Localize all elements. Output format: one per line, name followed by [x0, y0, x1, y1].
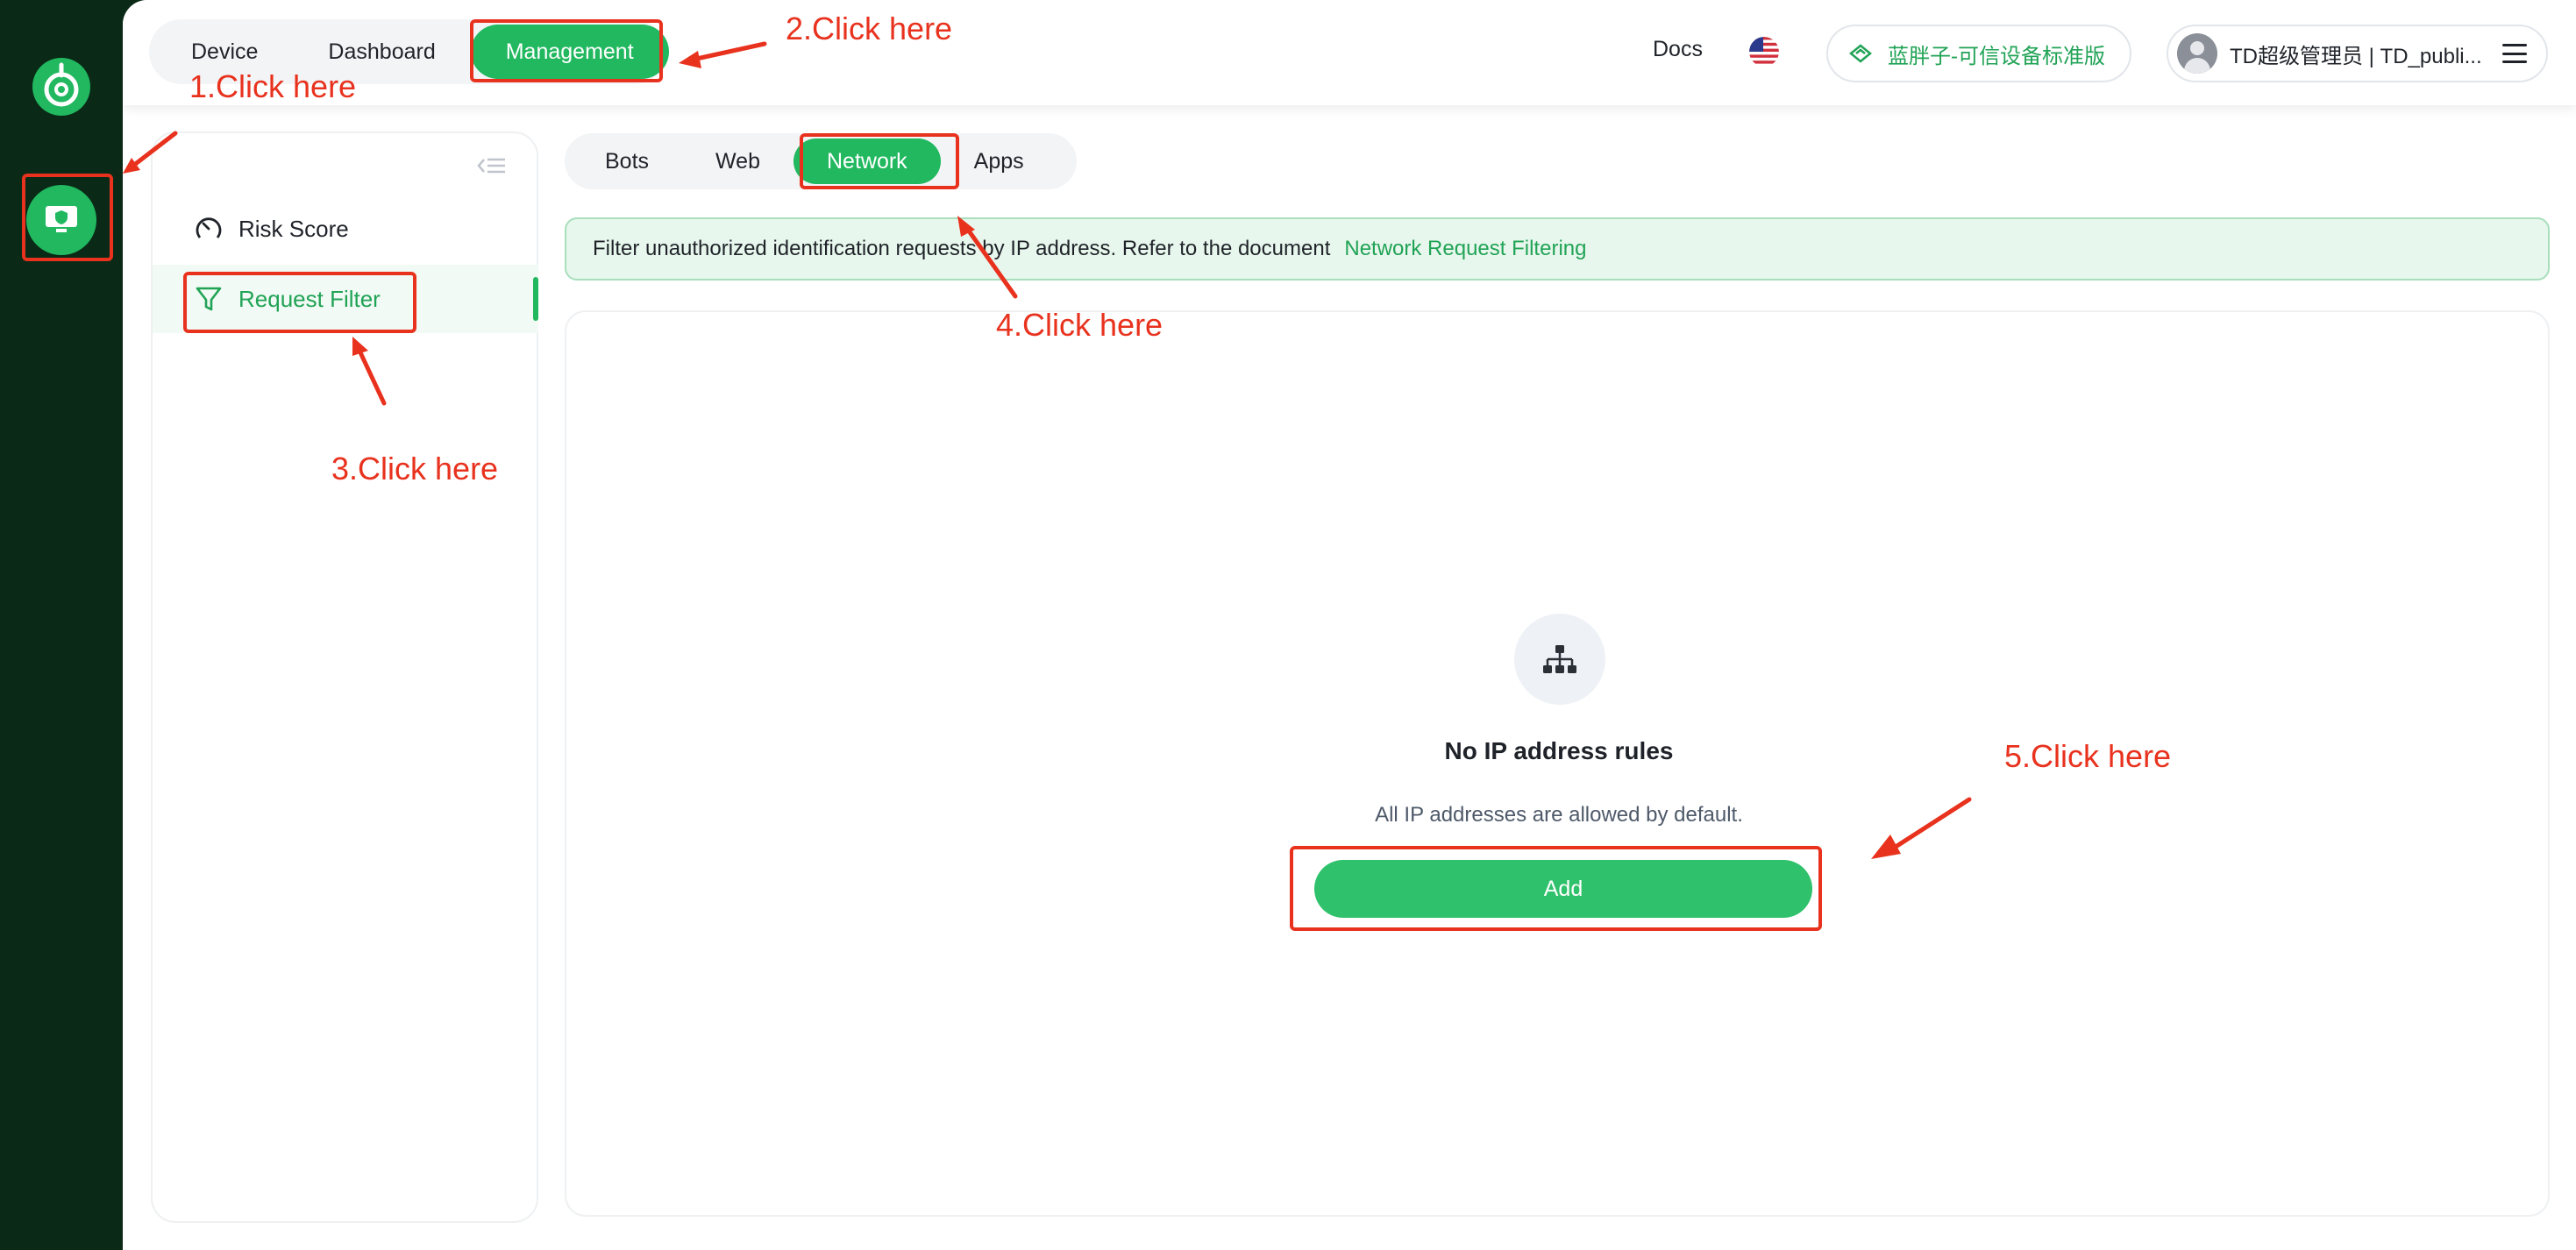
annotation-box-1 [22, 174, 113, 261]
us-flag-icon[interactable] [1749, 37, 1779, 67]
annotation-label-4: 4.Click here [996, 307, 1163, 343]
avatar [2177, 33, 2217, 74]
network-tree-icon [1514, 614, 1605, 705]
banner-text: Filter unauthorized identification reque… [593, 237, 1331, 260]
content-card: No IP address rules All IP addresses are… [565, 310, 2550, 1217]
hamburger-menu-icon[interactable] [2502, 44, 2527, 63]
annotation-box-2 [470, 19, 663, 82]
annotation-label-3: 3.Click here [331, 451, 499, 487]
annotation-box-3 [183, 272, 416, 333]
user-menu[interactable]: TD超级管理员 | TD_publi... [2167, 25, 2548, 82]
tab-bots[interactable]: Bots [572, 138, 682, 184]
collapse-sidebar-icon[interactable] [477, 156, 507, 175]
plan-label: 蓝胖子-可信设备标准版 [1888, 44, 2105, 68]
annotation-label-2: 2.Click here [786, 11, 953, 46]
empty-state-title: No IP address rules [1444, 737, 1674, 764]
main-canvas: Device Dashboard Management Docs 蓝胖子-可信设… [123, 0, 2576, 1250]
user-name: TD超级管理员 | TD_publi... [2230, 44, 2482, 68]
sidebar-item-label: Risk Score [238, 215, 349, 242]
tab-web[interactable]: Web [682, 138, 793, 184]
network-request-filtering-link[interactable]: Network Request Filtering [1344, 237, 1586, 261]
app-logo-icon [32, 58, 90, 116]
docs-link[interactable]: Docs [1653, 37, 1703, 62]
plan-badge[interactable]: 蓝胖子-可信设备标准版 [1826, 25, 2131, 82]
empty-state-description: All IP addresses are allowed by default. [1375, 803, 1743, 827]
sidebar-item-risk-score[interactable]: Risk Score [153, 195, 538, 263]
gauge-icon [196, 217, 222, 238]
annotation-box-4 [800, 133, 959, 189]
info-banner: Filter unauthorized identification reque… [565, 217, 2550, 281]
annotation-box-5 [1290, 846, 1822, 931]
diamond-icon [1849, 44, 1872, 63]
annotation-label-1: 1.Click here [189, 68, 357, 104]
annotation-label-5: 5.Click here [2004, 738, 2172, 774]
